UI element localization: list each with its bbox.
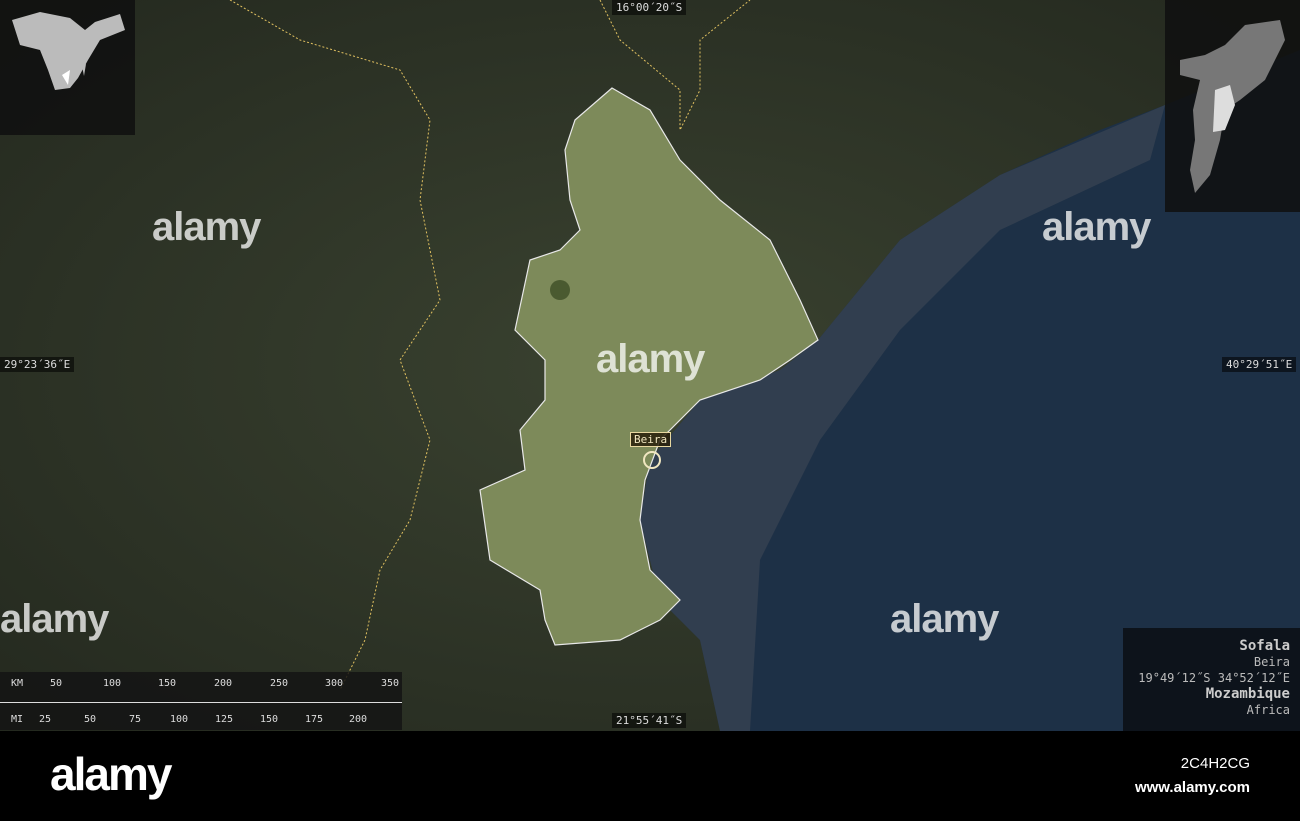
coord-top: 16°00´20˝S xyxy=(612,0,687,15)
km-tick: 300 xyxy=(325,678,344,689)
mi-tick: 25 xyxy=(39,714,52,725)
km-tick: 350 xyxy=(381,678,400,689)
km-tick: 100 xyxy=(103,678,122,689)
mi-tick: 175 xyxy=(305,714,324,725)
coord-right: 40°29´51˝E xyxy=(1222,357,1297,372)
mi-tick: 200 xyxy=(349,714,368,725)
watermark: alamy xyxy=(152,205,261,249)
mi-tick: 100 xyxy=(170,714,189,725)
coord-bottom: 21°55´41˝S xyxy=(612,713,687,728)
coord-left: 29°23´36˝E xyxy=(0,357,75,372)
mi-tick: 50 xyxy=(84,714,97,725)
watermark: alamy xyxy=(890,597,999,641)
scale-bar: KM MI 50 100 150 200 250 300 350 25 50 7… xyxy=(0,672,402,730)
alamy-logo: alamy xyxy=(50,748,172,800)
footer-bar: alamy 2C4H2CG www.alamy.com xyxy=(0,731,1300,821)
mi-tick: 75 xyxy=(129,714,142,725)
satellite-map[interactable]: Beira 16°00´20˝S 21°55´41˝S 29°23´36˝E 4… xyxy=(0,0,1300,731)
image-id: 2C4H2CG xyxy=(1180,755,1250,772)
mountain xyxy=(550,280,570,300)
km-tick: 50 xyxy=(50,678,63,689)
continent-inset-map xyxy=(0,0,135,135)
capital-coordinates: 19°49´12˝S 34°52´12˝E xyxy=(1138,671,1290,685)
km-tick: 250 xyxy=(270,678,289,689)
km-tick: 150 xyxy=(158,678,177,689)
km-tick: 200 xyxy=(214,678,233,689)
km-label: KM xyxy=(11,678,24,689)
country-name: Mozambique xyxy=(1205,686,1290,702)
region-name: Sofala xyxy=(1239,638,1290,654)
watermark: alamy xyxy=(1042,205,1151,249)
mi-tick: 125 xyxy=(215,714,234,725)
capital-name: Beira xyxy=(1253,655,1290,669)
mi-tick: 150 xyxy=(260,714,279,725)
site-url[interactable]: www.alamy.com xyxy=(1135,779,1250,796)
info-panel: Sofala Beira 19°49´12˝S 34°52´12˝E Mozam… xyxy=(1123,628,1300,731)
watermark: alamy xyxy=(596,337,705,381)
city-label: Beira xyxy=(630,432,672,447)
watermark: alamy xyxy=(0,597,109,641)
continent-name: Africa xyxy=(1246,703,1290,717)
country-inset-map xyxy=(1165,0,1300,212)
mi-label: MI xyxy=(11,714,24,725)
